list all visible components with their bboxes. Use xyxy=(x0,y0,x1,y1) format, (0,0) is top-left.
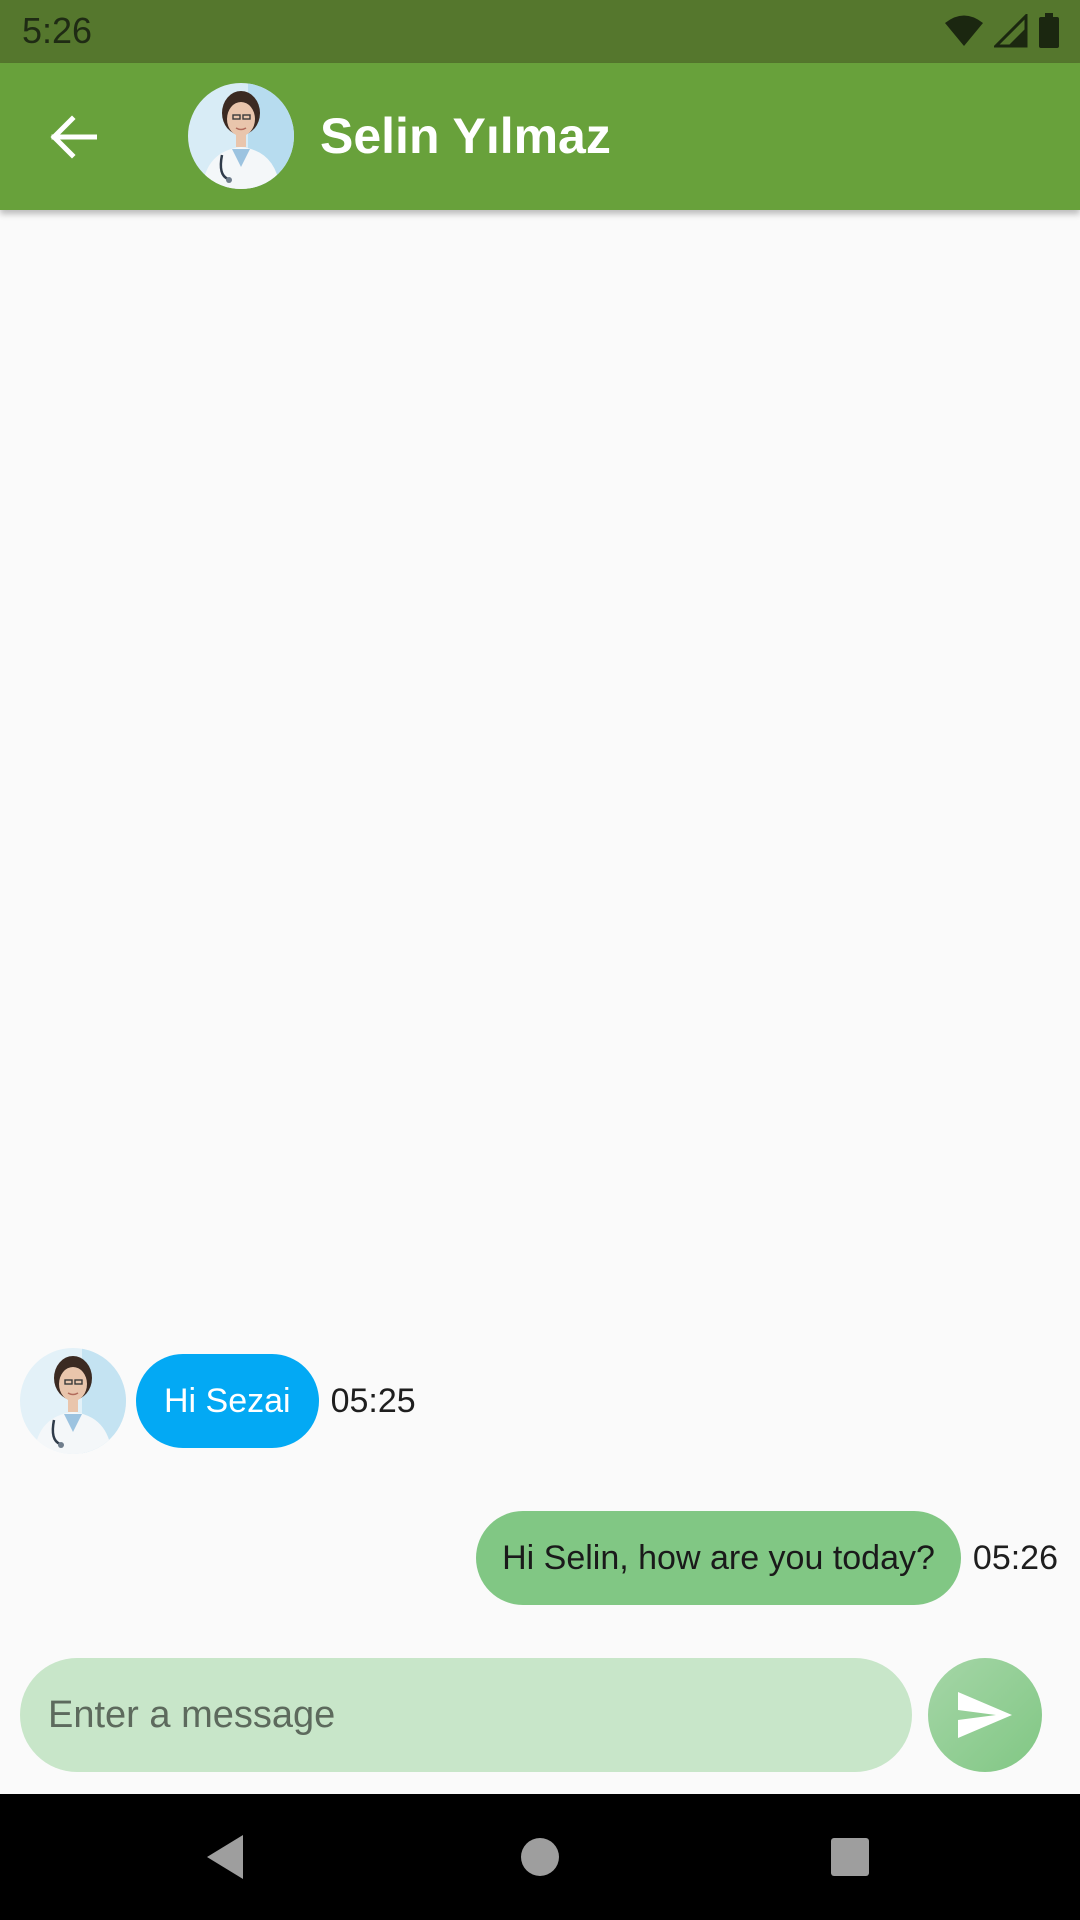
recents-square-icon xyxy=(831,1838,869,1876)
sender-avatar xyxy=(20,1348,126,1454)
incoming-message-row: Hi Sezai 05:25 xyxy=(20,1348,416,1454)
send-button[interactable] xyxy=(928,1658,1042,1772)
cellular-signal-icon xyxy=(994,14,1028,48)
nav-home-button[interactable] xyxy=(505,1822,575,1892)
doctor-avatar xyxy=(188,83,294,189)
incoming-message-time: 05:25 xyxy=(330,1381,416,1420)
system-navigation-bar xyxy=(0,1794,1080,1920)
arrow-left-icon xyxy=(50,115,97,159)
outgoing-message-row: Hi Selin, how are you today? 05:26 xyxy=(476,1511,1058,1605)
back-triangle-icon xyxy=(207,1835,243,1879)
app-bar: Selin Yılmaz xyxy=(0,63,1080,210)
contact-avatar[interactable] xyxy=(188,83,294,189)
status-time: 5:26 xyxy=(22,10,93,51)
wifi-icon xyxy=(945,15,983,46)
send-icon xyxy=(958,1692,1012,1738)
nav-back-button[interactable] xyxy=(190,1822,260,1892)
outgoing-message-time: 05:26 xyxy=(972,1538,1058,1577)
battery-icon xyxy=(1039,13,1059,48)
contact-name: Selin Yılmaz xyxy=(320,108,611,164)
chat-screen: 5:26 Selin Yılmaz Hi Sezai 05:25 Hi Seli… xyxy=(0,0,1080,1920)
back-button[interactable] xyxy=(38,107,108,167)
status-bar: 5:26 xyxy=(0,0,1080,63)
outgoing-message-bubble[interactable]: Hi Selin, how are you today? xyxy=(476,1511,961,1605)
nav-recents-button[interactable] xyxy=(815,1822,885,1892)
home-circle-icon xyxy=(521,1838,559,1876)
doctor-avatar-small xyxy=(20,1348,126,1454)
incoming-message-bubble[interactable]: Hi Sezai xyxy=(136,1354,319,1448)
message-input[interactable] xyxy=(20,1658,912,1772)
status-icons xyxy=(944,13,1060,49)
